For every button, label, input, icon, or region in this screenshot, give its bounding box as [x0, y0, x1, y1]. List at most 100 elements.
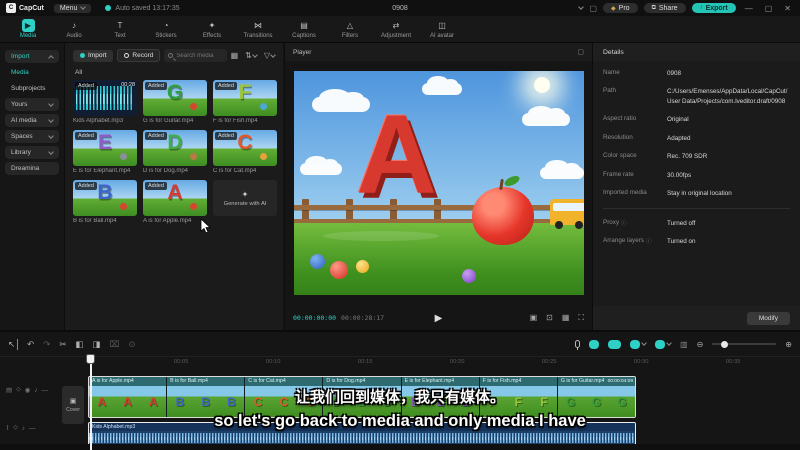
sidebar-item-subprojects[interactable]: Subprojects	[5, 82, 59, 95]
ratio-icon[interactable]: ▦	[562, 313, 570, 323]
tab-effects[interactable]: ✦ Effects	[190, 19, 234, 39]
media-card-elephant[interactable]: Added E E is for Elephant.mp4	[73, 130, 137, 174]
fullscreen-icon[interactable]: ⛶	[578, 313, 584, 323]
marker-button[interactable]: ⊙	[128, 339, 135, 350]
zoom-out-button[interactable]: ⊖	[697, 340, 704, 349]
collapse-icon[interactable]: —	[42, 387, 49, 394]
clip-f-is-for-fish[interactable]: F is for Fish.mp4 F F F	[479, 377, 558, 417]
search-box[interactable]	[164, 49, 227, 62]
player-detach-icon[interactable]: ▢	[577, 48, 584, 56]
split-button[interactable]: ✂	[59, 339, 66, 350]
sidebar-item-label: Dreamina	[11, 165, 40, 172]
select-tool-button[interactable]: ↖	[8, 338, 19, 350]
trim-right-button[interactable]: ◨	[93, 339, 101, 350]
sidebar-item-yours[interactable]: Yours	[5, 98, 59, 111]
lock-icon[interactable]: ⬦	[13, 424, 18, 432]
media-card-dog[interactable]: Added D D is for Dog.mp4	[143, 130, 207, 174]
caption-track-icon[interactable]: ▤	[6, 386, 12, 394]
collapse-icon[interactable]: —	[29, 425, 36, 432]
delete-button[interactable]: ⌧	[110, 339, 120, 350]
trim-left-button[interactable]: ◧	[76, 339, 84, 350]
auto-link-icon[interactable]	[608, 339, 622, 349]
zoom-in-button[interactable]: ⊕	[785, 340, 792, 349]
lock-icon[interactable]: ⬦	[16, 386, 21, 394]
clip-d-is-for-dog[interactable]: D is for Dog.mp4 D D D	[323, 377, 402, 417]
zoom-slider-knob[interactable]	[721, 340, 729, 348]
media-card-fish[interactable]: Added F F is for Fish.mp4	[213, 80, 277, 124]
tab-transitions[interactable]: ⋈ Transitions	[236, 19, 280, 39]
redo-button[interactable]: ↷	[43, 339, 50, 350]
record-voiceover-icon[interactable]	[575, 340, 581, 350]
clip-c-is-for-cat[interactable]: C is for Cat.mp4 C C C	[245, 377, 324, 417]
import-button[interactable]: Import	[73, 49, 114, 62]
timeline-ruler[interactable]: 00:05 00:10 00:15 00:20 00:25 00:30 00:3…	[0, 356, 800, 369]
clip-g-is-for-guitar[interactable]: G is for Guitar.mp4 GGG 00:00:04:09	[557, 377, 635, 417]
scene-letter-a: A	[356, 92, 437, 217]
undo-button[interactable]: ↶	[27, 339, 34, 350]
pro-button[interactable]: ◆ Pro	[603, 3, 638, 13]
mute-track-icon[interactable]: ♪	[22, 425, 25, 432]
layout-toggle-icon[interactable]: ▢	[589, 4, 597, 13]
playhead-handle[interactable]	[86, 354, 95, 364]
sidebar-item-dreamina[interactable]: Dreamina	[5, 162, 59, 175]
sidebar-item-spaces[interactable]: Spaces	[5, 130, 59, 143]
close-button[interactable]: ✕	[781, 4, 794, 13]
media-card-ball[interactable]: Added B B is for Ball.mp4	[73, 180, 137, 224]
mirror-preview-icon[interactable]: ▣	[530, 313, 538, 323]
media-card-guitar[interactable]: Added G G is for Guitar.mp4	[143, 80, 207, 124]
sidebar-item-library[interactable]: Library	[5, 146, 59, 159]
horizontal-scrollbar[interactable]	[0, 444, 800, 450]
clip-e-is-for-elephant[interactable]: E is for Elephant.mp4 E E E	[401, 377, 480, 417]
position-lock-control[interactable]	[630, 339, 647, 349]
playhead-line[interactable]	[90, 354, 92, 450]
tab-media[interactable]: ▶ Media	[6, 19, 50, 39]
tab-captions[interactable]: ▤ Captions	[282, 19, 326, 39]
detail-row-path: Path C:/Users/Emenses/AppData/Local/CapC…	[603, 87, 790, 106]
tab-text[interactable]: T Text	[98, 19, 142, 39]
chevron-down-icon[interactable]	[578, 4, 585, 10]
hide-track-icon[interactable]: ◉	[25, 386, 31, 394]
sort-icon[interactable]: ⇅	[245, 51, 258, 60]
modify-button[interactable]: Modify	[746, 311, 790, 325]
info-icon[interactable]: ⓘ	[621, 219, 627, 228]
export-button[interactable]: ↑ Export	[691, 3, 736, 13]
media-card-kids-alphabet[interactable]: Added 00:28 Kids Alphabet.mp3	[73, 80, 137, 124]
record-button[interactable]: Record	[117, 49, 161, 62]
sidebar-item-ai-media[interactable]: AI media	[5, 114, 59, 127]
clip-frame-letter: F	[514, 394, 522, 409]
timeline-zoom-slider[interactable]	[712, 340, 777, 348]
render-preview-icon[interactable]: ▥	[680, 340, 688, 349]
tab-stickers[interactable]: ◔ Stickers	[144, 19, 188, 39]
preview-axis-control[interactable]	[655, 339, 672, 349]
tab-filters[interactable]: △ Filters	[328, 19, 372, 39]
total-duration: 00:00:28:17	[341, 314, 385, 322]
clip-b-is-for-ball[interactable]: B is for Ball.mp4 B B B	[167, 377, 246, 417]
search-input[interactable]	[176, 52, 223, 59]
generate-with-ai-button[interactable]: ✦ Generate with AI	[213, 180, 277, 216]
minimize-button[interactable]: —	[742, 4, 756, 13]
tab-ai-avatar[interactable]: ◫ AI avatar	[420, 19, 464, 39]
maximize-button[interactable]: ▢	[762, 4, 776, 13]
tab-audio[interactable]: ♪ Audio	[52, 19, 96, 39]
clip-frame-letter: A	[97, 394, 107, 409]
cover-button[interactable]: ▣ Cover	[62, 386, 84, 424]
audio-track-clip[interactable]: Kids Alphabet.mp3	[88, 422, 636, 446]
sidebar-item-media[interactable]: Media	[5, 66, 59, 79]
clip-frame-letter: B	[227, 394, 236, 409]
play-button[interactable]: ▶	[435, 313, 443, 324]
filter-icon[interactable]: ▽	[264, 51, 276, 60]
clip-a-is-for-apple[interactable]: A is for Apple.mp4 A A A	[89, 377, 168, 417]
menu-button[interactable]: Menu	[53, 3, 92, 13]
share-button[interactable]: ⧉ Share	[643, 3, 686, 13]
tab-adjustment[interactable]: ⇄ Adjustment	[374, 19, 418, 39]
detail-row-imported-media: Imported media Stay in original location	[603, 189, 790, 198]
grid-view-icon[interactable]: ▦	[231, 51, 239, 60]
media-card-cat[interactable]: Added C C is for Cat.mp4	[213, 130, 277, 174]
sidebar-item-import[interactable]: Import	[5, 50, 59, 63]
media-card-apple[interactable]: Added A A is for Apple.mp4	[143, 180, 211, 234]
info-icon[interactable]: ⓘ	[646, 237, 652, 246]
waveform-track-icon[interactable]: ⌇	[6, 424, 9, 432]
expand-preview-icon[interactable]: ⊡	[546, 313, 553, 323]
mute-track-icon[interactable]: ♪	[34, 387, 37, 394]
magnetic-snap-icon[interactable]	[589, 339, 600, 349]
